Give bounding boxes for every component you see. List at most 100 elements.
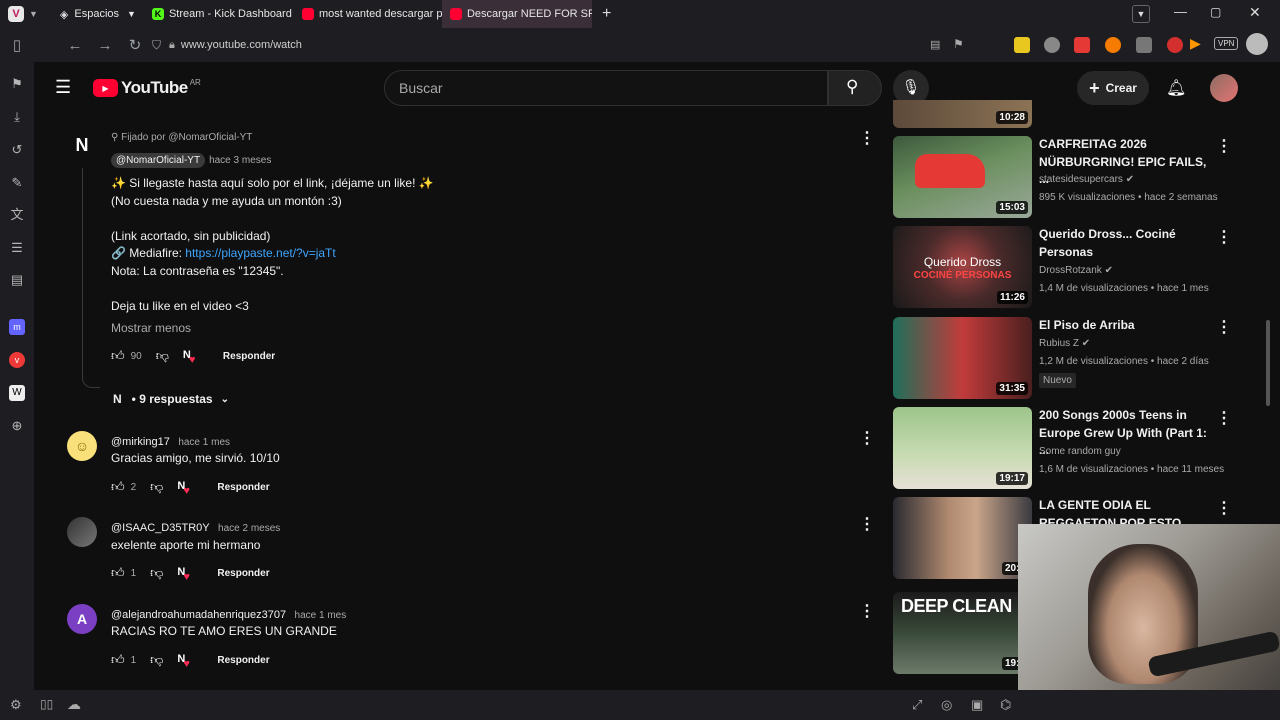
- reply-button[interactable]: Responder: [217, 568, 269, 579]
- video-thumbnail[interactable]: Querido Dross COCINÉ PERSONAS 11:26: [893, 226, 1032, 308]
- minimize-button[interactable]: —: [1174, 4, 1187, 19]
- channel-name[interactable]: statesidesupercars ✔: [1039, 174, 1134, 185]
- reader-view-icon[interactable]: ▤: [930, 38, 940, 51]
- video-menu-icon[interactable]: ⋮: [1216, 408, 1232, 428]
- video-title[interactable]: El Piso de Arriba: [1039, 317, 1209, 335]
- dislike-icon[interactable]: 👎︎: [156, 348, 169, 364]
- mediafire-link[interactable]: https://playpaste.net/?v=jaTt: [185, 246, 335, 260]
- comment-menu-icon[interactable]: ⋮: [859, 428, 875, 448]
- channel-name[interactable]: Some random guy: [1039, 446, 1121, 457]
- video-menu-icon[interactable]: ⋮: [1216, 498, 1232, 518]
- wikipedia-icon[interactable]: W: [9, 385, 25, 401]
- vivaldi-icon[interactable]: v: [9, 352, 25, 368]
- shield-icon[interactable]: ⛉: [152, 38, 161, 53]
- translate-icon[interactable]: 文: [9, 207, 25, 223]
- hamburger-menu-icon[interactable]: ☰: [55, 77, 71, 98]
- like-icon[interactable]: 👍︎: [111, 652, 125, 668]
- tiling-icon[interactable]: ▣: [971, 697, 983, 713]
- tab-most-wanted[interactable]: most wanted descargar pa: [294, 0, 442, 28]
- bookmarks-icon[interactable]: ⚑: [9, 76, 25, 92]
- search-input[interactable]: Buscar: [384, 70, 828, 106]
- comment-menu-icon[interactable]: ⋮: [859, 514, 875, 534]
- comment-time[interactable]: hace 2 meses: [218, 523, 280, 534]
- like-icon[interactable]: 👍︎: [111, 565, 125, 581]
- vpn-button[interactable]: VPN: [1214, 37, 1239, 50]
- reply-button[interactable]: Responder: [223, 351, 275, 362]
- like-icon[interactable]: 👍︎: [111, 348, 125, 364]
- channel-name[interactable]: Rubius Z ✔: [1039, 338, 1090, 349]
- comment-menu-icon[interactable]: ⋮: [859, 601, 875, 621]
- new-tab-button[interactable]: +: [602, 5, 611, 23]
- video-thumbnail[interactable]: 31:35: [893, 317, 1032, 399]
- dislike-icon[interactable]: 👎︎: [150, 479, 163, 495]
- video-thumbnail[interactable]: 15:03: [893, 136, 1032, 218]
- panel-toggle-icon[interactable]: ▯: [2, 30, 32, 60]
- video-thumbnail[interactable]: 19:17: [893, 407, 1032, 489]
- video-thumbnail[interactable]: 10:28: [893, 100, 1032, 128]
- creator-badge[interactable]: @NomarOficial-YT: [111, 153, 206, 168]
- capture-icon[interactable]: ⤢: [912, 697, 922, 713]
- workspaces-button[interactable]: ◈ Espacios ▼: [52, 0, 144, 28]
- extension-icon[interactable]: [1044, 37, 1060, 53]
- avatar[interactable]: ☺: [67, 431, 97, 461]
- close-window-button[interactable]: ✕: [1249, 4, 1261, 21]
- video-menu-icon[interactable]: ⋮: [1216, 136, 1232, 156]
- panel-toggle-icon[interactable]: ▯▯: [40, 697, 53, 711]
- url-field[interactable]: www.youtube.com/watch: [181, 39, 302, 51]
- play-extension-icon[interactable]: ▶: [1190, 35, 1201, 52]
- extension-icon[interactable]: [1105, 37, 1121, 53]
- extension-icon[interactable]: [1136, 37, 1152, 53]
- tab-descargar[interactable]: Descargar NEED FOR SPEE: [441, 0, 592, 28]
- channel-name[interactable]: DrossRotzank ✔: [1039, 265, 1113, 276]
- forward-button[interactable]: →: [90, 30, 120, 60]
- settings-icon[interactable]: ⚙: [10, 697, 22, 713]
- reading-list-icon[interactable]: ▤: [9, 272, 25, 288]
- menu-chevron-icon[interactable]: ▼: [29, 9, 38, 19]
- window-panel-icon[interactable]: ☰: [9, 240, 25, 256]
- scrollbar[interactable]: [1266, 320, 1270, 406]
- like-icon[interactable]: 👍︎: [111, 479, 125, 495]
- comment-author[interactable]: @ISAAC_D35TR0Y: [111, 522, 210, 534]
- video-menu-icon[interactable]: ⋮: [1216, 227, 1232, 247]
- profile-avatar[interactable]: [1246, 33, 1268, 55]
- avatar[interactable]: N: [67, 130, 97, 160]
- account-avatar[interactable]: [1210, 74, 1238, 102]
- video-menu-icon[interactable]: ⋮: [1216, 317, 1232, 337]
- reply-button[interactable]: Responder: [217, 482, 269, 493]
- record-icon[interactable]: [1167, 37, 1183, 53]
- downloads-icon[interactable]: ⤓: [9, 109, 25, 125]
- video-title[interactable]: LA GENTE ODIA EL REGGAETON POR ESTO: [1039, 497, 1209, 524]
- comment-author[interactable]: @mirking17: [111, 436, 170, 448]
- dislike-icon[interactable]: 👎︎: [150, 652, 163, 668]
- camera-icon[interactable]: ◎: [941, 697, 952, 713]
- add-panel-icon[interactable]: ⊕: [9, 418, 25, 434]
- dislike-icon[interactable]: 👎︎: [150, 565, 163, 581]
- comment-time[interactable]: hace 1 mes: [295, 610, 347, 621]
- notes-icon[interactable]: ✎: [9, 175, 25, 191]
- vivaldi-menu-icon[interactable]: V: [8, 6, 24, 22]
- reload-button[interactable]: ↻: [120, 30, 150, 60]
- comment-time[interactable]: hace 1 mes: [178, 437, 230, 448]
- create-button[interactable]: + Crear: [1077, 71, 1149, 105]
- tab-list-button[interactable]: ▼: [1132, 5, 1150, 23]
- comment-author[interactable]: @alejandroahumadahenriquez3707: [111, 609, 286, 621]
- replies-toggle[interactable]: N • 9 respuestas ⌄: [113, 392, 229, 406]
- history-icon[interactable]: ↺: [9, 142, 25, 158]
- tab-kick[interactable]: K Stream - Kick Dashboard: [144, 0, 294, 28]
- cloud-sync-icon[interactable]: ☁: [67, 696, 81, 713]
- video-title[interactable]: Querido Dross... Cociné Personas: [1039, 226, 1209, 261]
- reply-button[interactable]: Responder: [217, 655, 269, 666]
- extension-icon[interactable]: [1014, 37, 1030, 53]
- comment-menu-icon[interactable]: ⋮: [859, 128, 875, 148]
- video-thumbnail[interactable]: DEEP CLEAN 19:1: [893, 592, 1032, 674]
- page-actions-icon[interactable]: ⌬: [1000, 697, 1011, 713]
- video-thumbnail[interactable]: 20:1: [893, 497, 1032, 579]
- avatar[interactable]: A: [67, 604, 97, 634]
- youtube-logo[interactable]: ▶ YouTube AR: [93, 78, 201, 98]
- comment-time[interactable]: hace 3 meses: [209, 155, 271, 166]
- mastodon-icon[interactable]: m: [9, 319, 25, 335]
- maximize-button[interactable]: ▢: [1210, 5, 1221, 19]
- bookmark-icon[interactable]: ⚑: [953, 37, 964, 51]
- search-button[interactable]: ⚲: [828, 70, 882, 106]
- extension-icon[interactable]: [1074, 37, 1090, 53]
